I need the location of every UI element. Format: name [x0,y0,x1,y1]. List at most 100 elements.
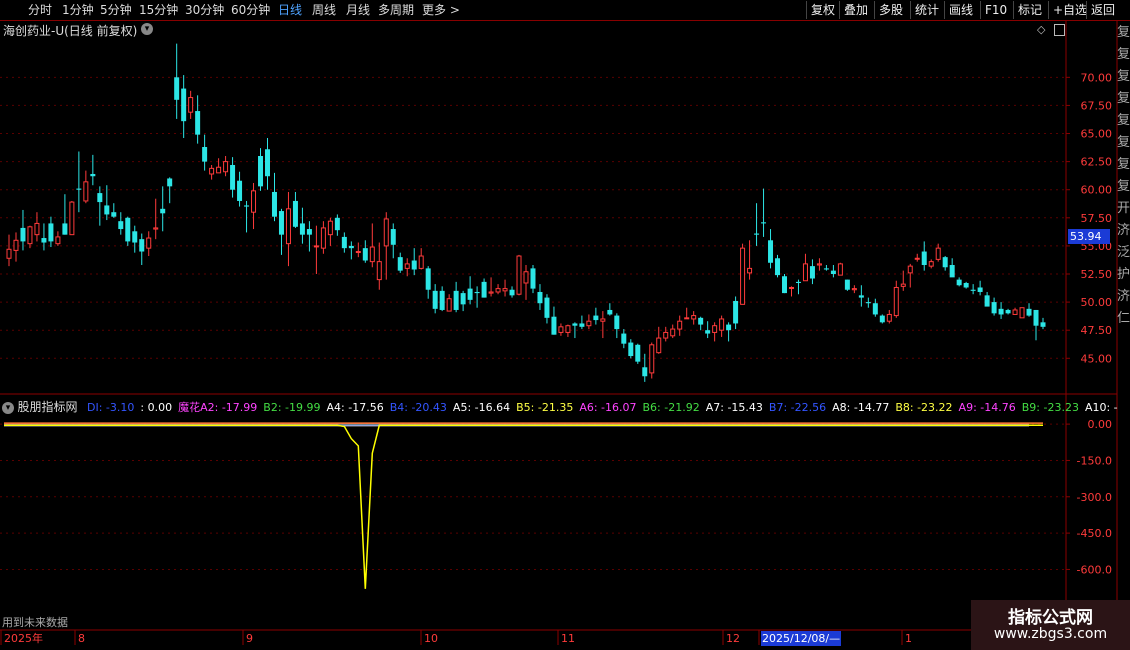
candle-body [439,290,445,310]
candle-body [816,263,822,266]
side-strip-label: 复 [1117,25,1130,40]
window-toggle-icon[interactable] [1054,24,1065,36]
candle-body [341,236,347,249]
candle-body [635,344,641,362]
candle-body [830,270,836,274]
candle-body [348,245,354,249]
side-strip-label: 复 [1117,135,1130,150]
side-strip-label: 复 [1117,69,1130,84]
candle-body [55,236,61,245]
candle-body [376,261,382,281]
chevron-down-icon[interactable]: ▾ [141,23,153,35]
candle-body [41,238,47,243]
candle-body [474,291,480,294]
price-tick-label: 65.00 [1081,128,1113,141]
candle-body [823,268,829,270]
indicator-value: B9: -23.23 [1021,401,1079,414]
candle-body [174,77,180,100]
candle-body [698,317,704,325]
price-tick-label: 50.00 [1081,296,1113,309]
side-strip: 复复复复复复复复开济泛护济仁 [1117,22,1130,392]
candle-body [83,181,89,202]
candle-body [775,258,781,276]
candle-body [837,263,843,276]
side-strip-label: 开 [1117,201,1130,216]
indicator-tick-label: -450.0 [1077,527,1112,540]
date-label: 8 [78,632,85,645]
candle-body [788,286,794,289]
candle-body [607,309,613,315]
candle-body [327,220,333,236]
candle-body [411,260,417,270]
candle-body [754,233,760,235]
price-tick-label: 60.00 [1081,184,1113,197]
side-strip-label: 复 [1117,113,1130,128]
date-label: 2025/12/08/— [762,632,840,645]
candle-body [195,111,201,135]
candle-body [928,261,934,267]
indicator-value: A7: -15.43 [705,401,763,414]
candle-body [1026,308,1032,316]
candle-body [733,300,739,324]
candle-body [593,315,599,321]
candle-body [313,245,319,248]
candle-body [334,217,340,231]
side-strip-label: 泛 [1117,245,1130,260]
candle-body [104,205,110,215]
candle-body [558,326,564,333]
indicator-value: A6: -16.07 [579,401,637,414]
indicator-name[interactable]: 股朋指标网 [18,400,78,414]
future-data-warning: 用到未来数据 [2,616,68,629]
date-label: 1 [905,632,912,645]
indicator-value: A8: -14.77 [832,401,890,414]
candle-body [230,164,236,190]
candle-body [809,266,815,279]
candle-body [670,328,676,337]
candle-body [907,265,913,274]
candle-body [271,191,277,217]
candle-body [956,279,962,286]
candle-body [20,227,26,242]
date-label: 12 [726,632,740,645]
candle-body [977,287,983,292]
candle-body [244,205,250,207]
side-strip-label: 济 [1117,289,1130,304]
candle-body [502,288,508,292]
indicator-value: A4: -17.56 [326,401,384,414]
candle-body [1012,309,1018,315]
candle-body [684,317,690,320]
candle-body [118,221,124,230]
indicator-value: A10: - [1084,401,1118,414]
candle-body [299,223,305,235]
indicator-tick-label: 0.00 [1088,418,1113,431]
indicator-value: B4: -20.43 [389,401,447,414]
candle-body [404,263,410,269]
candle-body [719,318,725,331]
indicator-value: B7: -22.56 [768,401,827,414]
candle-body [844,279,850,290]
candle-body [712,325,718,333]
indicator-value: B5: -21.35 [516,401,574,414]
diamond-icon[interactable]: ◇ [1037,23,1045,36]
watermark-title: 指标公式网 [1008,608,1093,628]
candle-body [153,227,159,230]
candle-body [160,208,166,214]
indicator-value: DI: -3.10 [87,401,135,414]
candle-body [1019,307,1025,319]
candle-body [872,303,878,315]
candle-body [509,289,515,296]
indicator-value: : 0.00 [140,401,173,414]
candle-body [691,315,697,320]
candle-body [62,223,68,235]
indicator-value: A9: -14.76 [958,401,1016,414]
chevron-down-icon[interactable]: ▾ [2,402,14,414]
candle-body [495,288,501,293]
candle-body [942,257,948,268]
candle-body [656,337,662,354]
indicator-header: ▾ 股朋指标网 DI: -3.10: 0.00 魔花A2: -17.99 B2: -… [2,398,1118,414]
candle-body [795,281,801,283]
candle-body [879,315,885,323]
candle-body [914,257,920,260]
candle-body [747,267,753,274]
candle-body [216,166,222,174]
